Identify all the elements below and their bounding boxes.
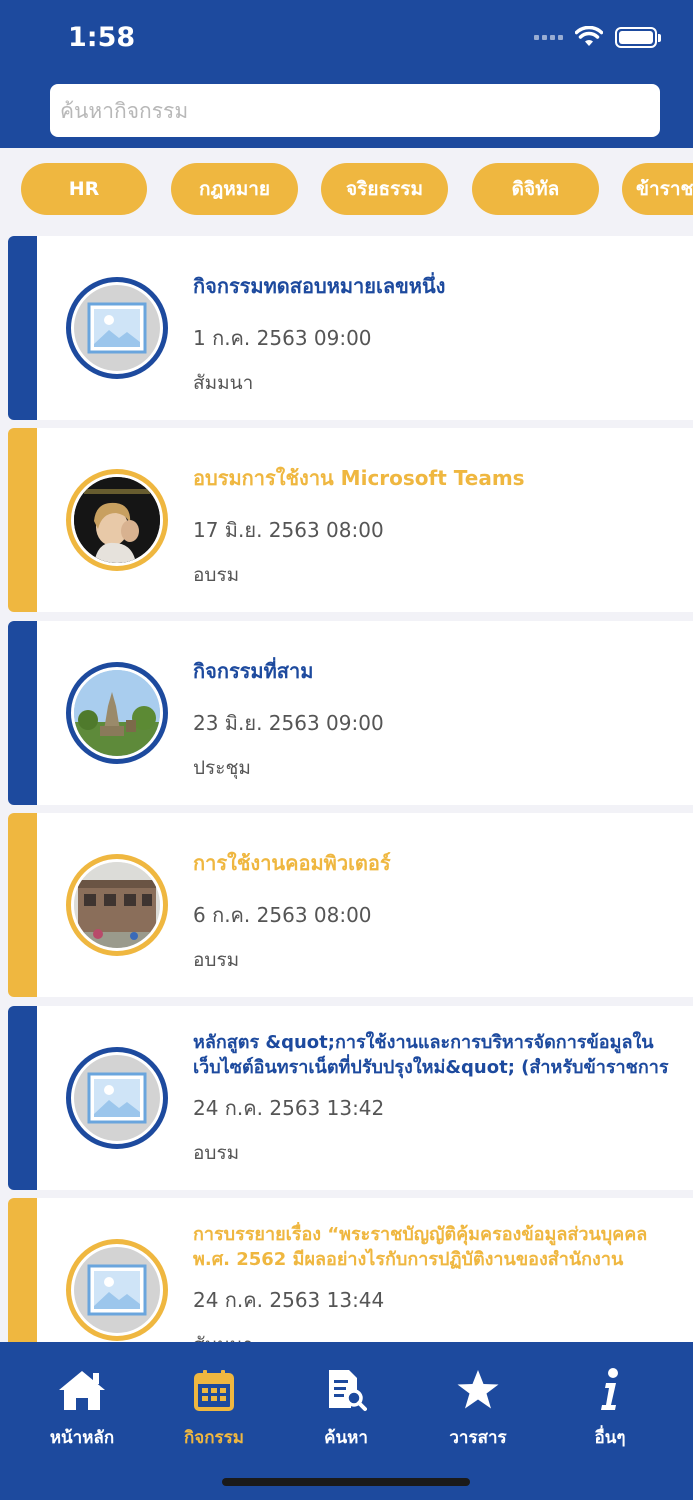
activity-list[interactable]: กิจกรรมทดสอบหมายเลขหนึ่ง 1 ก.ค. 2563 09:… (0, 236, 693, 1342)
activity-date: 6 ก.ค. 2563 08:00 (193, 903, 372, 927)
image-placeholder-icon (87, 302, 147, 354)
activity-title: การบรรยายเรื่อง “พระราชบัญญัติคุ้มครองข้… (193, 1224, 648, 1270)
image-placeholder-icon (87, 1264, 147, 1316)
activity-title: กิจกรรมที่สาม (193, 659, 314, 683)
card-accent-bar (8, 1198, 37, 1342)
activity-date: 1 ก.ค. 2563 09:00 (193, 326, 372, 350)
tab-search-label: ค้นหา (324, 1428, 368, 1448)
activity-thumbnail (66, 854, 168, 956)
cellular-signal-icon (534, 34, 563, 40)
activity-title: หลักสูตร &quot;การใช้งานและการบริหารจัดก… (193, 1032, 669, 1078)
card-accent-bar (8, 1006, 37, 1190)
category-chip-ethics[interactable]: จริยธรรม (321, 163, 448, 215)
activity-title: อบรมการใช้งาน Microsoft Teams (193, 466, 525, 490)
tab-activities[interactable]: กิจกรรม (159, 1366, 269, 1451)
card-accent-bar (8, 236, 37, 420)
tab-more-label: อื่นๆ (594, 1428, 626, 1448)
building-photo-image (74, 862, 160, 948)
tab-journal-label: วารสาร (449, 1428, 507, 1448)
activity-thumbnail (66, 1047, 168, 1149)
activity-card[interactable]: การบรรยายเรื่อง “พระราชบัญญัติคุ้มครองข้… (8, 1198, 693, 1342)
activity-thumbnail (66, 277, 168, 379)
category-chip-hr[interactable]: HR (21, 163, 147, 215)
activity-card[interactable]: หลักสูตร &quot;การใช้งานและการบริหารจัดก… (8, 1006, 693, 1190)
card-accent-bar (8, 428, 37, 612)
card-accent-bar (8, 621, 37, 805)
status-time: 1:58 (68, 22, 136, 53)
activity-type: ประชุม (193, 757, 251, 779)
activity-card[interactable]: กิจกรรมทดสอบหมายเลขหนึ่ง 1 ก.ค. 2563 09:… (8, 236, 693, 420)
person-photo-image (74, 477, 160, 563)
activity-type: อบรม (193, 1142, 240, 1164)
activity-type: สัมมนา (193, 1330, 253, 1342)
tab-activities-label: กิจกรรม (183, 1428, 244, 1448)
battery-icon (615, 26, 661, 48)
activity-card[interactable]: กิจกรรมที่สาม 23 มิ.ย. 2563 09:00 ประชุม (8, 621, 693, 805)
home-indicator (222, 1478, 470, 1486)
activity-card[interactable]: การใช้งานคอมพิวเตอร์ 6 ก.ค. 2563 08:00 อ… (8, 813, 693, 997)
activity-thumbnail (66, 469, 168, 571)
tab-search[interactable]: ค้นหา (291, 1366, 401, 1451)
tab-home[interactable]: หน้าหลัก (27, 1366, 137, 1451)
wifi-icon (575, 26, 603, 46)
bottom-tab-bar: หน้าหลัก กิจกรรม ค้นหา วารสาร อื่นๆ (0, 1342, 693, 1500)
info-icon (601, 1368, 618, 1410)
app-header: 1:58 (0, 0, 693, 148)
activity-type: อบรม (193, 949, 240, 971)
activity-type: อบรม (193, 564, 240, 586)
activity-card[interactable]: อบรมการใช้งาน Microsoft Teams 17 มิ.ย. 2… (8, 428, 693, 612)
search-document-icon (329, 1370, 367, 1411)
activity-date: 17 มิ.ย. 2563 08:00 (193, 518, 384, 542)
activity-title: การใช้งานคอมพิวเตอร์ (193, 851, 391, 875)
tab-home-label: หน้าหลัก (49, 1428, 115, 1448)
tab-more[interactable]: อื่นๆ (555, 1366, 665, 1451)
status-icons (534, 26, 661, 48)
activity-type: สัมมนา (193, 372, 254, 394)
activity-thumbnail (66, 1239, 168, 1341)
activity-title: กิจกรรมทดสอบหมายเลขหนึ่ง (193, 274, 446, 298)
tab-journal[interactable]: วารสาร (423, 1366, 533, 1451)
category-chip-digital[interactable]: ดิจิทัล (472, 163, 599, 215)
star-icon (457, 1370, 499, 1409)
home-icon (59, 1371, 105, 1410)
activity-search-input[interactable] (50, 84, 660, 137)
temple-photo-image (74, 670, 160, 756)
calendar-icon (194, 1370, 234, 1411)
activity-date: 24 ก.ค. 2563 13:44 (193, 1288, 385, 1312)
category-chip-law[interactable]: กฎหมาย (171, 163, 298, 215)
category-chip-civil-servant[interactable]: ข้าราช (622, 163, 693, 215)
card-accent-bar (8, 813, 37, 997)
image-placeholder-icon (87, 1072, 147, 1124)
activity-date: 24 ก.ค. 2563 13:42 (193, 1096, 385, 1120)
category-filter-bar[interactable]: HR กฎหมาย จริยธรรม ดิจิทัล ข้าราช (0, 148, 693, 236)
activity-date: 23 มิ.ย. 2563 09:00 (193, 711, 384, 735)
activity-thumbnail (66, 662, 168, 764)
